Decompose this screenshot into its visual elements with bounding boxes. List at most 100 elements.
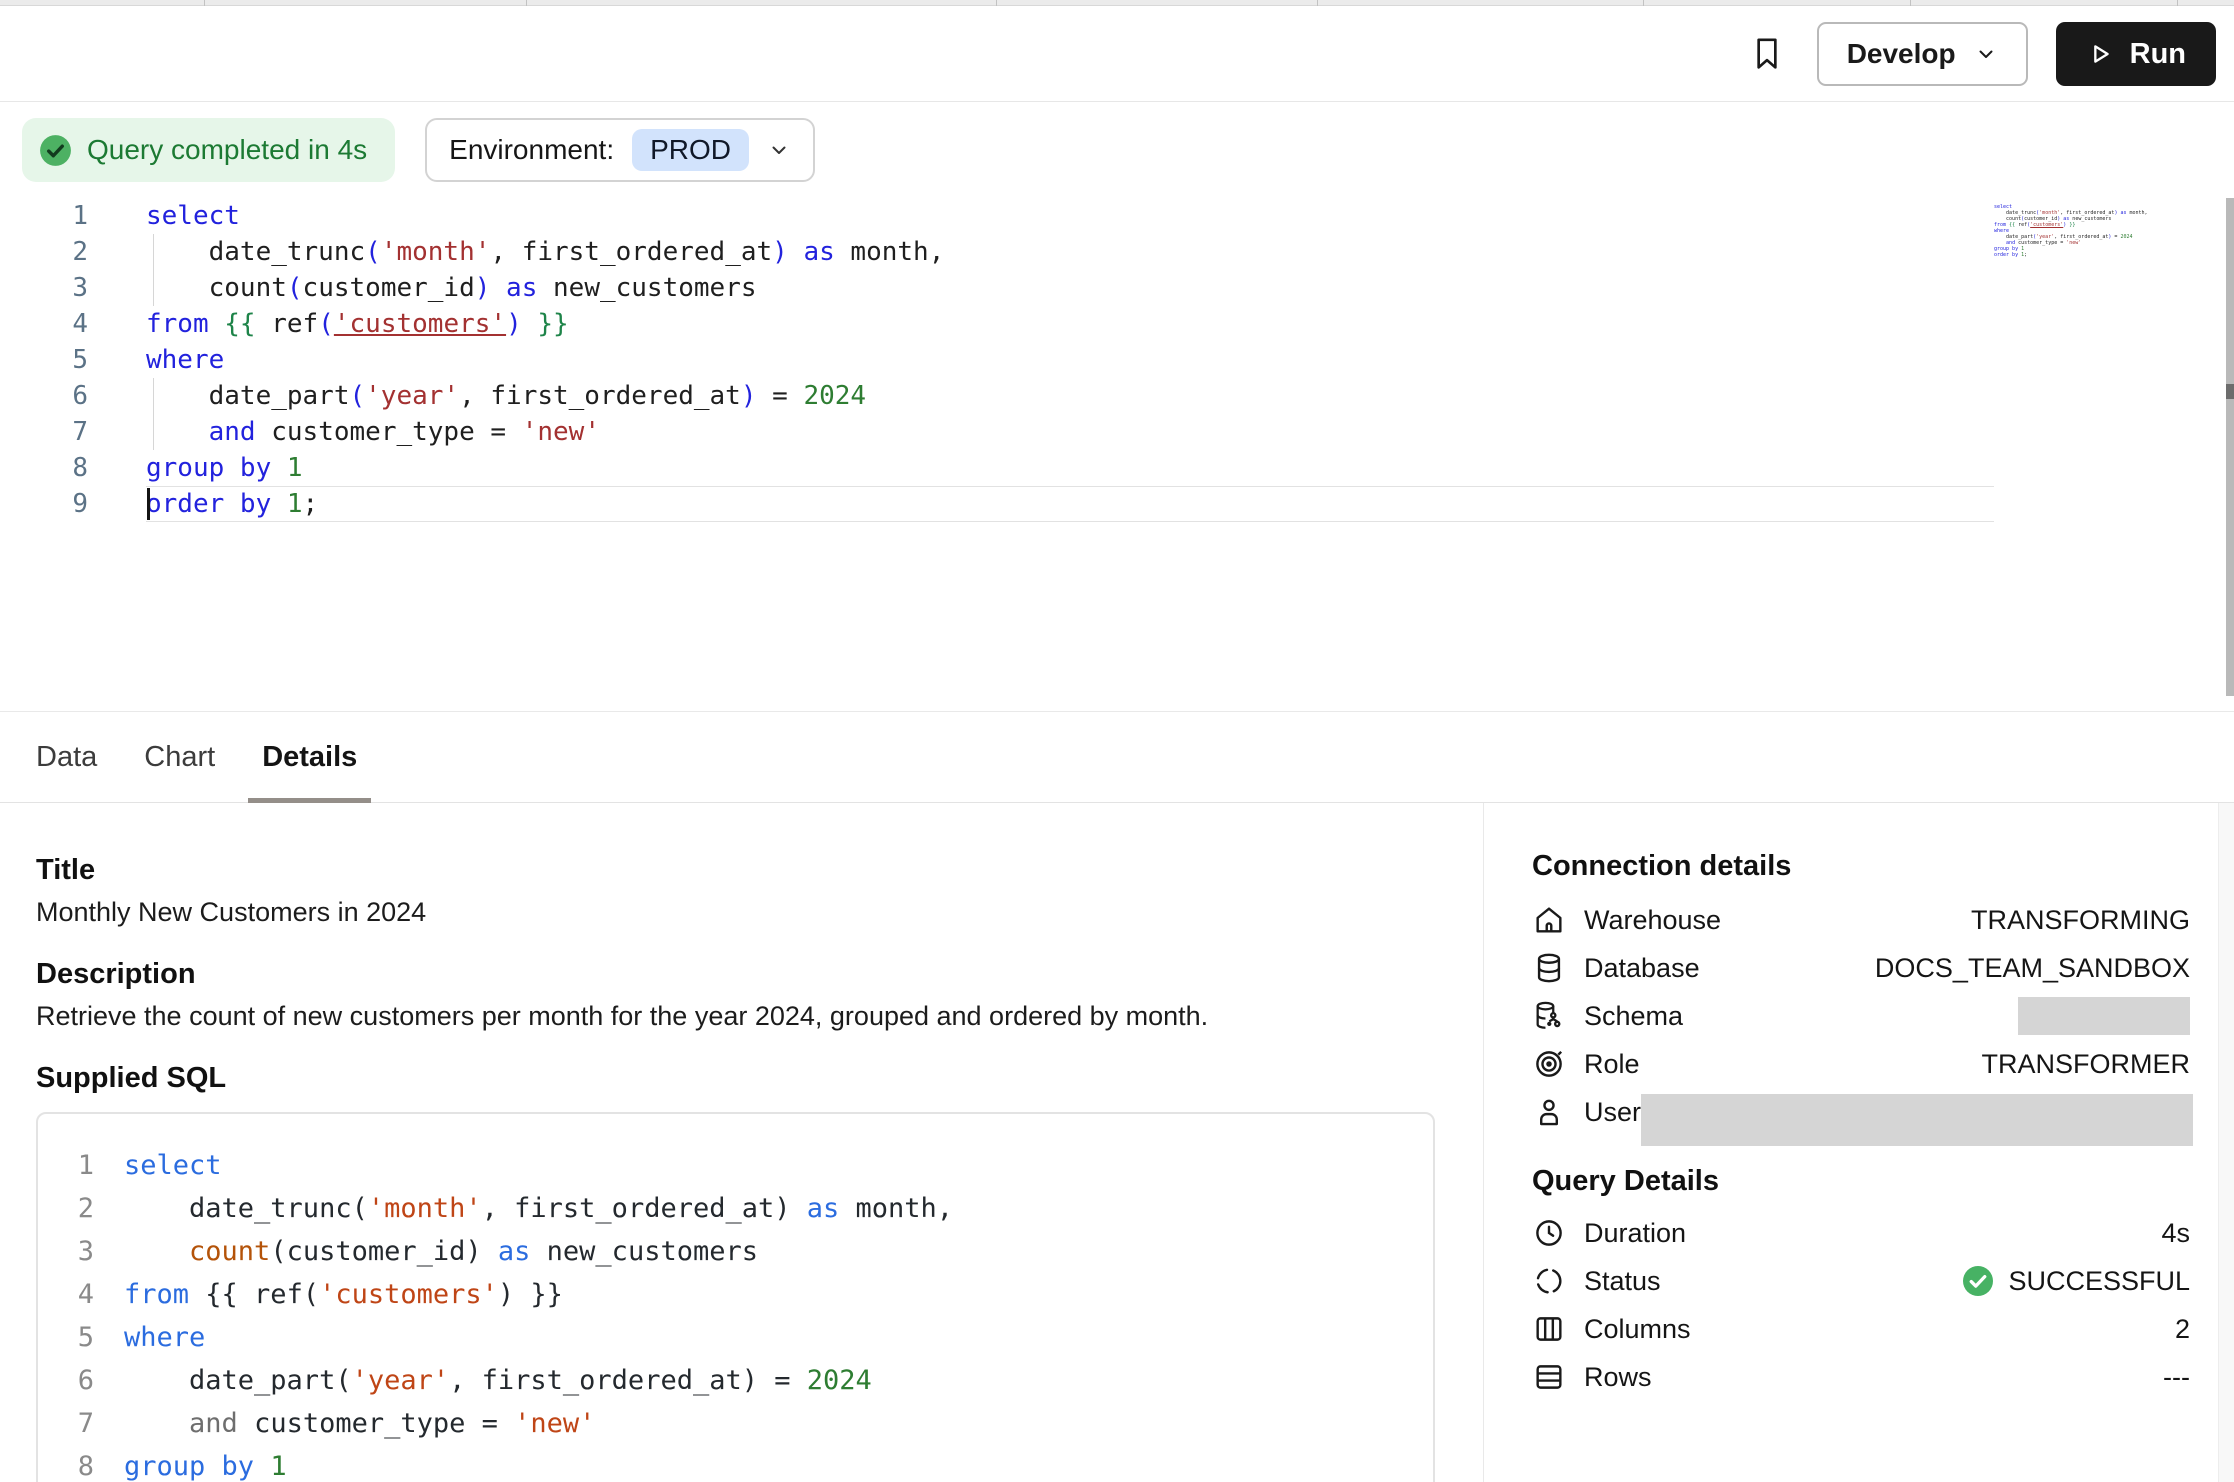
code-token: customer_id (303, 273, 475, 303)
develop-dropdown[interactable]: Develop (1817, 22, 2028, 86)
code-token: ) }} (498, 1279, 563, 1310)
code-token: {{ (224, 309, 255, 339)
info-value-text: 2 (2175, 1314, 2190, 1345)
editor-line[interactable]: 2 date_trunc('month', first_ordered_at) … (0, 234, 2234, 270)
code-token: new_customers (537, 273, 756, 303)
code-token: month, (835, 237, 945, 267)
editor-line[interactable]: 7 and customer_type = 'new' (0, 414, 2234, 450)
code-line-content: count(customer_id) as new_customers (88, 270, 757, 306)
line-number: 6 (0, 378, 88, 414)
play-icon (2086, 40, 2114, 68)
code-token: , first_ordered_at) = (449, 1365, 807, 1396)
code-line-content: where (94, 1316, 205, 1359)
run-button[interactable]: Run (2056, 22, 2216, 86)
environment-label: Environment: (449, 134, 614, 166)
code-token: count (146, 273, 287, 303)
current-line-highlight (146, 486, 1994, 522)
query-detail-row-rows: Rows--- (1532, 1353, 2190, 1401)
tab-chart[interactable]: Chart (144, 712, 215, 802)
code-token: from (124, 1279, 189, 1310)
info-label: Status (1584, 1266, 1661, 1297)
environment-selector[interactable]: Environment: PROD (425, 118, 815, 182)
develop-label: Develop (1847, 38, 1956, 70)
chevron-down-icon (767, 138, 791, 162)
sql-card-line: 6 date_part('year', first_ordered_at) = … (38, 1359, 1433, 1402)
app-root: Develop Run Query completed in 4s Enviro… (0, 0, 2234, 1482)
query-status-badge: Query completed in 4s (22, 118, 395, 182)
code-token: 1 (287, 453, 303, 483)
code-line-content: date_part('year', first_ordered_at) = 20… (88, 378, 866, 414)
code-token: order by (146, 489, 271, 519)
code-token: }} (2069, 222, 2075, 228)
tab-data[interactable]: Data (36, 712, 97, 802)
code-token: ref (256, 309, 319, 339)
editor-scrollbar[interactable] (2226, 198, 2234, 696)
code-token: 'new' (522, 417, 600, 447)
code-token: ; (303, 489, 319, 519)
code-token: }} (537, 309, 568, 339)
editor-line[interactable]: 1select (0, 198, 2234, 234)
editor-line[interactable]: 6 date_part('year', first_ordered_at) = … (0, 378, 2234, 414)
page-scrollbar[interactable] (2218, 803, 2234, 1482)
code-token: ( (287, 273, 303, 303)
tab-details[interactable]: Details (262, 712, 357, 802)
code-token: and (209, 417, 256, 447)
chevron-down-icon (1974, 42, 1998, 66)
info-value: SUCCESSFUL (1960, 1263, 2190, 1299)
editor-scrollbar-thumb[interactable] (2226, 384, 2234, 399)
info-value-text: TRANSFORMER (1982, 1049, 2191, 1080)
tab-separator (1317, 0, 1318, 6)
code-token: 1 (287, 489, 303, 519)
database-icon (1532, 951, 1566, 985)
editor-minimap[interactable]: select date_trunc('month', first_ordered… (1994, 204, 2114, 258)
code-token: 'new' (514, 1408, 595, 1439)
rows-icon (1532, 1360, 1566, 1394)
code-token: ) (772, 237, 788, 267)
editor-line[interactable]: 8group by 1 (0, 450, 2234, 486)
code-token: ) (741, 381, 757, 411)
sql-editor[interactable]: 1select2 date_trunc('month', first_order… (0, 198, 2234, 698)
code-line-content: date_trunc('month', first_ordered_at) as… (94, 1187, 953, 1230)
connection-details-rows: WarehouseTRANSFORMINGDatabaseDOCS_TEAM_S… (1532, 896, 2190, 1136)
info-label: Rows (1584, 1362, 1652, 1393)
query-status-row: Query completed in 4s Environment: PROD (22, 118, 815, 182)
code-token (254, 1451, 270, 1482)
code-token: 'year' (365, 381, 459, 411)
line-number: 5 (0, 342, 88, 378)
code-token: ( (318, 309, 334, 339)
role-icon (1532, 1047, 1566, 1081)
code-token: , first_ordered_at (459, 381, 741, 411)
details-pane: Title Monthly New Customers in 2024 Desc… (0, 803, 1483, 1482)
line-number: 7 (0, 414, 88, 450)
editor-line[interactable]: 5where (0, 342, 2234, 378)
code-token (271, 489, 287, 519)
sql-card-line: 4from {{ ref('customers') }} (38, 1273, 1433, 1316)
code-token: month, (839, 1193, 953, 1224)
redacted-value (1641, 1094, 2193, 1146)
browser-tab-strip (0, 0, 2234, 6)
code-token: where (124, 1322, 205, 1353)
editor-line[interactable]: 4from {{ ref('customers') }} (0, 306, 2234, 342)
editor-line[interactable]: 9order by 1; (0, 486, 2234, 522)
code-token: 'customers' (2030, 222, 2063, 228)
code-token: month, (2127, 210, 2148, 216)
sql-card-line: 1select (38, 1144, 1433, 1187)
code-token: count (189, 1236, 270, 1267)
code-token: , first_ordered_at (490, 237, 772, 267)
code-token (522, 309, 538, 339)
code-line-content: date_trunc('month', first_ordered_at) as… (88, 234, 944, 270)
code-line-content: and customer_type = 'new' (94, 1402, 595, 1445)
code-line-content: select (94, 1144, 222, 1187)
code-token: 2024 (803, 381, 866, 411)
side-panel: Connection details WarehouseTRANSFORMING… (1483, 803, 2218, 1482)
environment-value-badge: PROD (632, 129, 749, 171)
code-token: (customer_id) (270, 1236, 498, 1267)
code-token: new_customers (530, 1236, 758, 1267)
bookmark-button[interactable] (1745, 32, 1789, 76)
connection-row-database: DatabaseDOCS_TEAM_SANDBOX (1532, 944, 2190, 992)
editor-line[interactable]: 3 count(customer_id) as new_customers (0, 270, 2234, 306)
info-label: Schema (1584, 1001, 1683, 1032)
info-label: Columns (1584, 1314, 1691, 1345)
code-token: 'year' (352, 1365, 450, 1396)
code-token: customer_type = (256, 417, 522, 447)
